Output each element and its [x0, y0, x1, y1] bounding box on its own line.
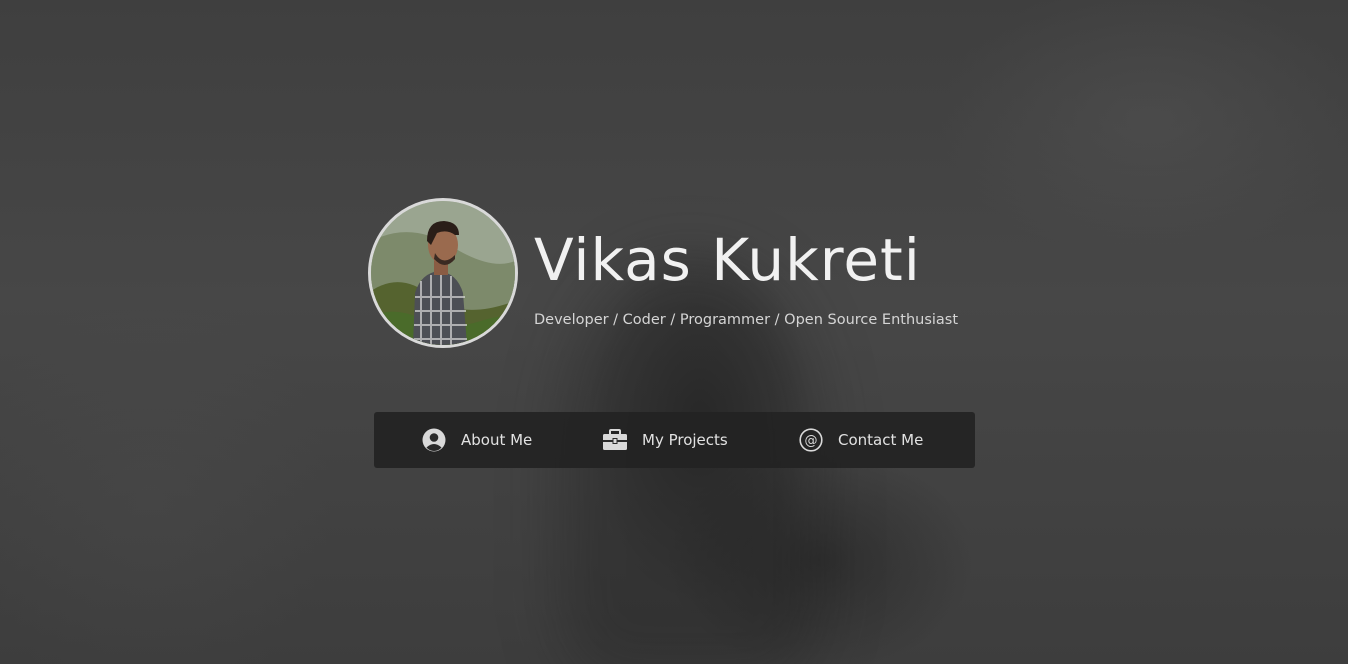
- svg-text:@: @: [805, 434, 818, 449]
- main-nav: About Me My Projects @ Contact Me: [374, 412, 975, 468]
- at-sign-icon: @: [798, 427, 824, 453]
- user-circle-icon: [421, 427, 447, 453]
- nav-contact-me-link[interactable]: @ Contact Me: [798, 412, 923, 468]
- avatar: [368, 198, 518, 348]
- nav-my-projects-label: My Projects: [642, 431, 728, 449]
- avatar-photo: [371, 201, 515, 345]
- nav-contact-me-label: Contact Me: [838, 431, 924, 449]
- nav-about-me-label: About Me: [461, 431, 533, 449]
- briefcase-icon: [602, 427, 628, 453]
- nav-about-me-link[interactable]: About Me: [421, 412, 532, 468]
- profile-header: Vikas Kukreti Developer / Coder / Progra…: [368, 198, 988, 348]
- profile-tagline: Developer / Coder / Programmer / Open So…: [534, 312, 959, 328]
- nav-my-projects-link[interactable]: My Projects: [602, 412, 728, 468]
- profile-name: Vikas Kukreti: [534, 226, 921, 294]
- landing-page: Vikas Kukreti Developer / Coder / Progra…: [0, 0, 1348, 664]
